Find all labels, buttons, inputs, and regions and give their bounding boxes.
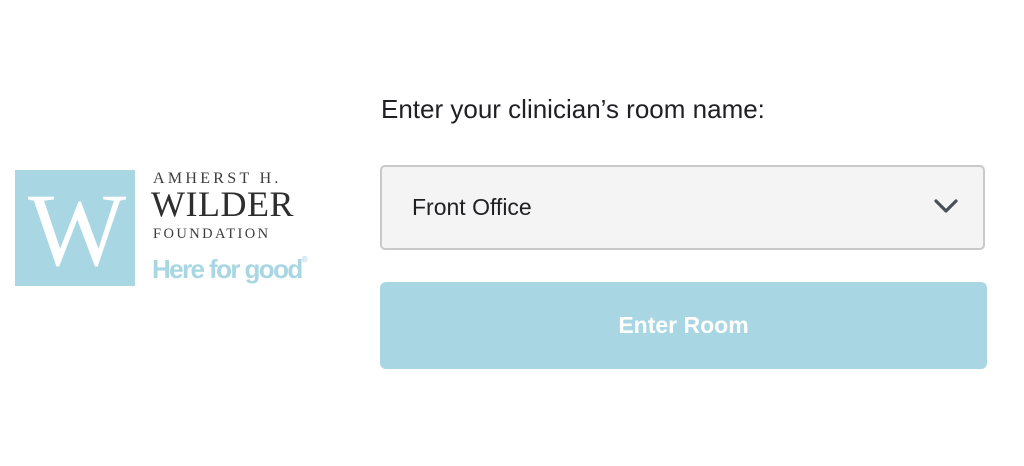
logo-tagline-text: Here for good bbox=[152, 254, 303, 284]
logo-wilder-text: WILDER bbox=[151, 184, 294, 224]
logo-tagline: Here for good® bbox=[152, 254, 308, 284]
registered-mark: ® bbox=[301, 255, 308, 264]
logo-w-letter: W bbox=[27, 173, 126, 288]
enter-room-button[interactable]: Enter Room bbox=[380, 282, 987, 369]
room-entry-page: W AMHERST H. WILDER FOUNDATION Here for … bbox=[0, 0, 1024, 466]
chevron-down-icon bbox=[934, 199, 958, 213]
wilder-foundation-logo: W AMHERST H. WILDER FOUNDATION Here for … bbox=[15, 170, 315, 288]
room-select-value: Front Office bbox=[412, 194, 532, 220]
logo-w-mark: W bbox=[15, 170, 135, 286]
room-select-dropdown[interactable]: Front Office bbox=[380, 165, 985, 250]
logo-foundation-text: FOUNDATION bbox=[153, 226, 271, 242]
room-name-prompt: Enter your clinician’s room name: bbox=[381, 94, 765, 124]
